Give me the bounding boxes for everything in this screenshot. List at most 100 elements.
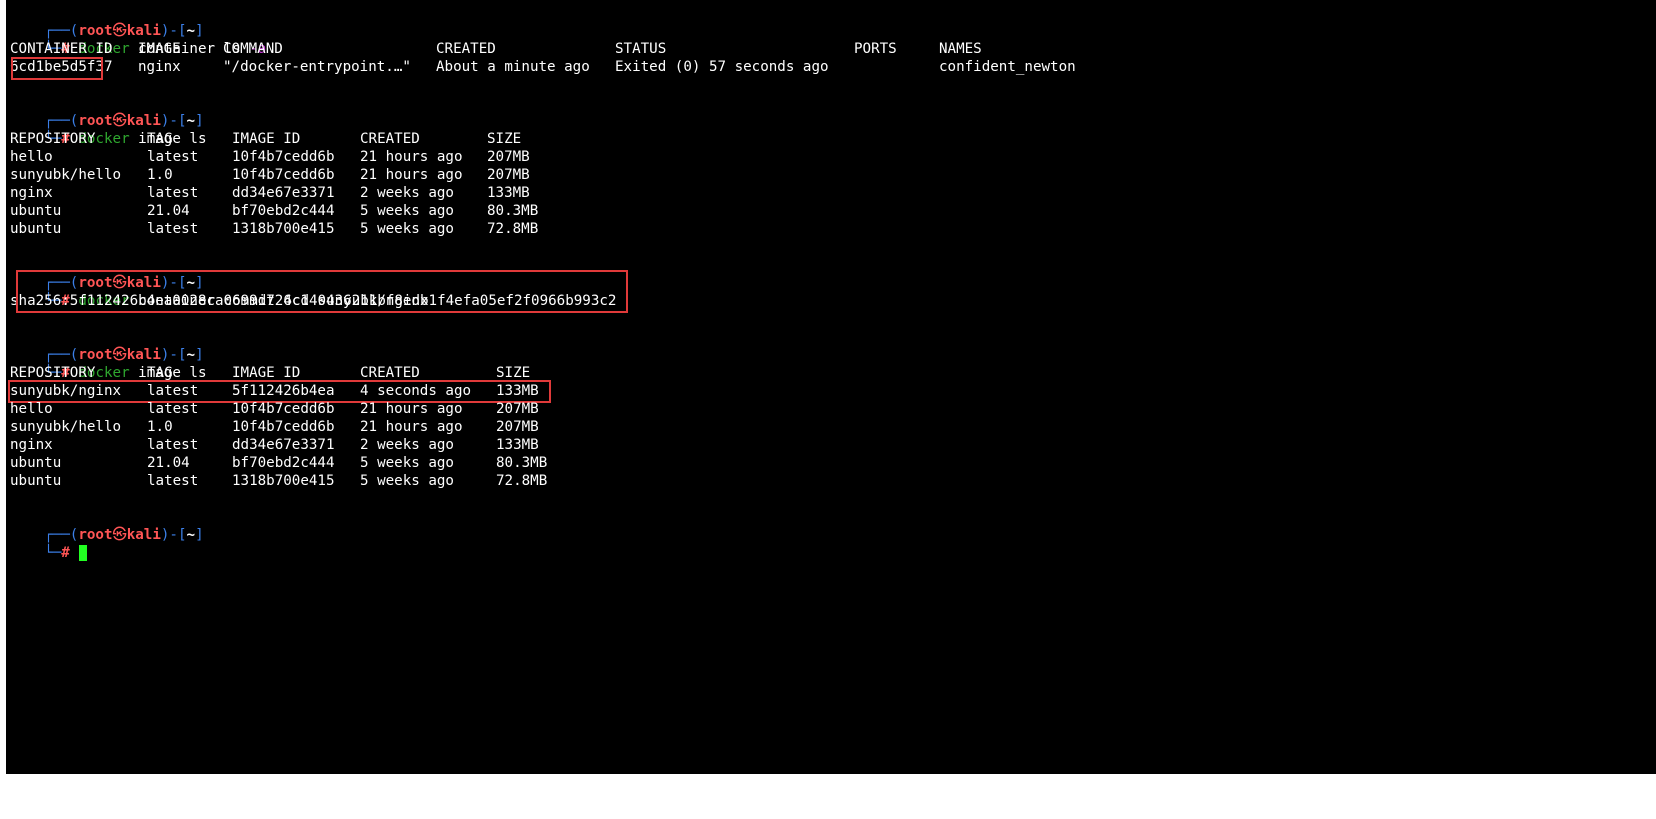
image-tag: 21.04 — [147, 455, 190, 471]
table-row: ubuntu 21.04 bf70ebd2c444 5 weeks ago 80… — [10, 454, 710, 472]
text-cursor[interactable] — [79, 545, 88, 561]
prompt-host: kali — [126, 527, 161, 543]
column-header: STATUS — [615, 41, 667, 57]
prompt-hash: # — [61, 545, 70, 561]
image-repository: sunyubk/hello — [10, 419, 122, 435]
image-id: 5f112426b4ea — [232, 383, 335, 399]
image-created: 5 weeks ago — [360, 221, 454, 237]
column-header: CONTAINER ID — [10, 41, 113, 57]
image-tag: latest — [147, 185, 199, 201]
image-size: 72.8MB — [487, 221, 539, 237]
column-header: SIZE — [496, 365, 531, 381]
command-line: └─# docker container ls -a — [10, 22, 266, 57]
command-line: └─# docker container commit 6cd sunyubk/… — [10, 274, 428, 309]
image-id: 10f4b7cedd6b — [232, 149, 335, 165]
column-header: IMAGE — [138, 41, 181, 57]
image-tag: latest — [147, 149, 199, 165]
table-row: ubuntu latest 1318b700e415 5 weeks ago 7… — [10, 220, 710, 238]
prompt-dir: ~ — [186, 527, 196, 543]
image-created: 21 hours ago — [360, 419, 463, 435]
image-size: 207MB — [496, 401, 539, 417]
commit-output: sha256:5f112426b4ea0028ca0699d724c140436… — [10, 293, 617, 309]
container-status: Exited (0) 57 seconds ago — [615, 59, 829, 75]
column-header: TAG — [147, 131, 173, 147]
table-row: ubuntu latest 1318b700e415 5 weeks ago 7… — [10, 472, 710, 490]
column-header: REPOSITORY — [10, 365, 96, 381]
table-row: nginx latest dd34e67e3371 2 weeks ago 13… — [10, 184, 710, 202]
container-name: confident_newton — [939, 59, 1076, 75]
table-row: sunyubk/nginx latest 5f112426b4ea 4 seco… — [10, 382, 710, 400]
image-id: dd34e67e3371 — [232, 185, 335, 201]
table-row: 6cd1be5d5f37 nginx "/docker-entrypoint.…… — [10, 58, 1210, 76]
image-created: 21 hours ago — [360, 167, 463, 183]
image-created: 5 weeks ago — [360, 455, 454, 471]
image-tag: latest — [147, 473, 199, 489]
image-repository: hello — [10, 149, 53, 165]
image-repository: ubuntu — [10, 455, 62, 471]
image-repository: ubuntu — [10, 203, 62, 219]
image-size: 207MB — [487, 167, 530, 183]
image-id: dd34e67e3371 — [232, 437, 335, 453]
image-size: 207MB — [496, 419, 539, 435]
image-size: 133MB — [496, 437, 539, 453]
command-line: └─# docker image ls — [10, 346, 206, 381]
image-created: 4 seconds ago — [360, 383, 472, 399]
image-id: 10f4b7cedd6b — [232, 419, 335, 435]
table-row: sunyubk/hello 1.0 10f4b7cedd6b 21 hours … — [10, 418, 710, 436]
prompt-frame: )-[ — [160, 527, 187, 543]
table-row: ubuntu 21.04 bf70ebd2c444 5 weeks ago 80… — [10, 202, 710, 220]
image-tag: 1.0 — [147, 419, 173, 435]
image-id: bf70ebd2c444 — [232, 203, 335, 219]
column-header: CREATED — [360, 131, 420, 147]
image-repository: nginx — [10, 185, 53, 201]
table-header: REPOSITORY TAG IMAGE ID CREATED SIZE — [10, 364, 710, 382]
table-row: hello latest 10f4b7cedd6b 21 hours ago 2… — [10, 400, 710, 418]
image-repository: hello — [10, 401, 53, 417]
image-size: 133MB — [487, 185, 530, 201]
prompt-line: ┌──(root㉿kali)-[~] — [10, 94, 203, 129]
image-tag: latest — [147, 437, 199, 453]
container-id: 6cd1be5d5f37 — [10, 59, 113, 75]
image-tag: latest — [147, 221, 199, 237]
column-header: REPOSITORY — [10, 131, 96, 147]
image-tag: latest — [147, 383, 199, 399]
column-header: TAG — [147, 365, 173, 381]
image-size: 133MB — [496, 383, 539, 399]
image-size: 207MB — [487, 149, 530, 165]
image-size: 72.8MB — [496, 473, 548, 489]
prompt-frame: ] — [195, 527, 204, 543]
container-image: nginx — [138, 59, 181, 75]
table-row: nginx latest dd34e67e3371 2 weeks ago 13… — [10, 436, 710, 454]
image-created: 21 hours ago — [360, 401, 463, 417]
image-created: 2 weeks ago — [360, 437, 454, 453]
image-repository: sunyubk/nginx — [10, 383, 122, 399]
image-created: 5 weeks ago — [360, 473, 454, 489]
column-header: IMAGE ID — [232, 131, 301, 147]
image-id: 10f4b7cedd6b — [232, 401, 335, 417]
column-header: SIZE — [487, 131, 522, 147]
prompt-at-symbol: ㉿ — [112, 527, 127, 543]
image-id: 1318b700e415 — [232, 473, 335, 489]
image-size: 80.3MB — [496, 455, 548, 471]
image-id: 1318b700e415 — [232, 221, 335, 237]
image-id: bf70ebd2c444 — [232, 455, 335, 471]
image-created: 5 weeks ago — [360, 203, 454, 219]
image-repository: nginx — [10, 437, 53, 453]
active-command-line[interactable]: └─# — [10, 526, 88, 561]
column-header: CREATED — [436, 41, 496, 57]
prompt-arrow: └─ — [44, 545, 62, 561]
command-line: └─# docker image ls — [10, 112, 206, 147]
image-created: 2 weeks ago — [360, 185, 454, 201]
image-created: 21 hours ago — [360, 149, 463, 165]
column-header: IMAGE ID — [232, 365, 301, 381]
image-size: 80.3MB — [487, 203, 539, 219]
prompt-line: ┌──(root㉿kali)-[~] — [10, 256, 203, 291]
terminal-window[interactable]: ┌──(root㉿kali)-[~] └─# docker container … — [6, 0, 1656, 774]
prompt-line: ┌──(root㉿kali)-[~] — [10, 4, 203, 39]
table-row: sunyubk/hello 1.0 10f4b7cedd6b 21 hours … — [10, 166, 710, 184]
column-header: CREATED — [360, 365, 420, 381]
column-header: NAMES — [939, 41, 982, 57]
image-repository: ubuntu — [10, 221, 62, 237]
container-command: "/docker-entrypoint.…" — [223, 59, 411, 75]
table-row: hello latest 10f4b7cedd6b 21 hours ago 2… — [10, 148, 710, 166]
